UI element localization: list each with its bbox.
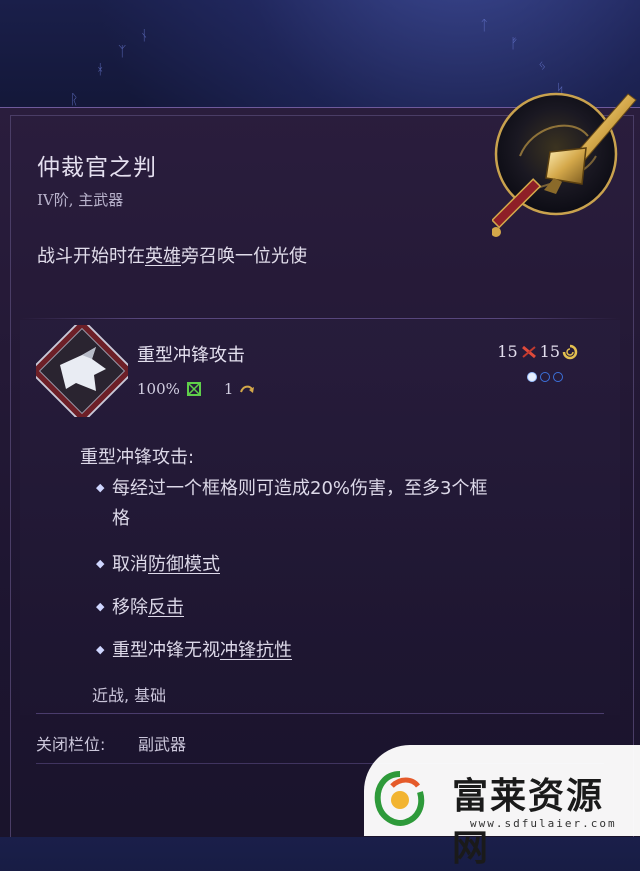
charge-dot-empty [553, 372, 563, 382]
ability-effect-4: ◆ 重型冲锋无视冲锋抗性 [96, 634, 292, 666]
effect-text: 重型冲锋无视 [112, 640, 220, 661]
keyword-link-charge-resist[interactable]: 冲锋抗性 [220, 640, 292, 661]
accuracy-value: 100% [137, 380, 180, 398]
ability-detail-title: 重型冲锋攻击: [80, 447, 195, 468]
watermark-logo-icon [374, 771, 425, 826]
charge-indicator [527, 372, 563, 382]
bullet-diamond-icon: ◆ [96, 557, 105, 570]
section-divider [20, 318, 620, 319]
bullet-diamond-icon: ◆ [96, 481, 105, 494]
rune-glyph: ᚼ [96, 62, 105, 78]
item-description: 战斗开始时在英雄旁召唤一位光使 [37, 242, 307, 268]
ability-tags: 近战, 基础 [92, 686, 167, 705]
bullet-diamond-icon: ◆ [96, 600, 105, 613]
rune-glyph: ᛃ [538, 58, 547, 74]
effect-text: 移除 [112, 597, 148, 618]
keyword-link-hero[interactable]: 英雄 [145, 246, 181, 267]
weapon-lance-icon [492, 92, 637, 237]
effect-text: 取消 [112, 554, 148, 575]
rune-glyph: ᚠ [510, 36, 519, 52]
effect-text: 每经过一个框格则可造成20%伤害，至多3个框 [112, 478, 488, 499]
ability-effect-2: ◆ 取消防御模式 [96, 548, 220, 580]
keyword-link-counter[interactable]: 反击 [148, 597, 184, 618]
slot-label: 关闭栏位: [36, 735, 106, 754]
desc-text: 旁召唤一位光使 [181, 246, 307, 267]
ability-effect-3: ◆ 移除反击 [96, 591, 184, 623]
desc-text: 战斗开始时在 [37, 246, 145, 267]
watermark-url: www.sdfulaier.com [470, 817, 617, 830]
ability-effect-1: ◆ 每经过一个框格则可造成20%伤害，至多3个框 [96, 472, 487, 504]
charge-dot-empty [540, 372, 550, 382]
cost-b-value: 15 [539, 342, 560, 361]
ability-costs: 15 15 [497, 342, 578, 361]
charge-dot-filled [527, 372, 537, 382]
rune-glyph: ᚱ [70, 92, 79, 108]
crosshair-green-icon [186, 382, 201, 396]
turn-count: 1 [223, 380, 234, 398]
heavy-charge-ability-icon[interactable] [36, 325, 128, 417]
red-cross-icon [521, 345, 536, 358]
rune-glyph: ᚾ [140, 28, 149, 44]
section-divider [36, 713, 604, 714]
ability-stats: 100% 1 [137, 380, 255, 398]
rune-glyph: ᛉ [118, 44, 127, 60]
keyword-link-defense-mode[interactable]: 防御模式 [148, 554, 220, 575]
cost-a-value: 15 [497, 342, 518, 361]
bullet-diamond-icon: ◆ [96, 643, 105, 656]
turn-arrow-icon [240, 385, 255, 393]
item-subtitle: IV阶, 主武器 [37, 191, 124, 209]
slot-value: 副武器 [138, 735, 187, 754]
ability-name: 重型冲锋攻击 [137, 345, 245, 366]
rune-glyph: ᛏ [480, 18, 489, 34]
item-title: 仲裁官之判 [37, 155, 157, 181]
ability-effect-1-cont: 格 [112, 508, 130, 529]
gold-swirl-icon [562, 344, 578, 359]
